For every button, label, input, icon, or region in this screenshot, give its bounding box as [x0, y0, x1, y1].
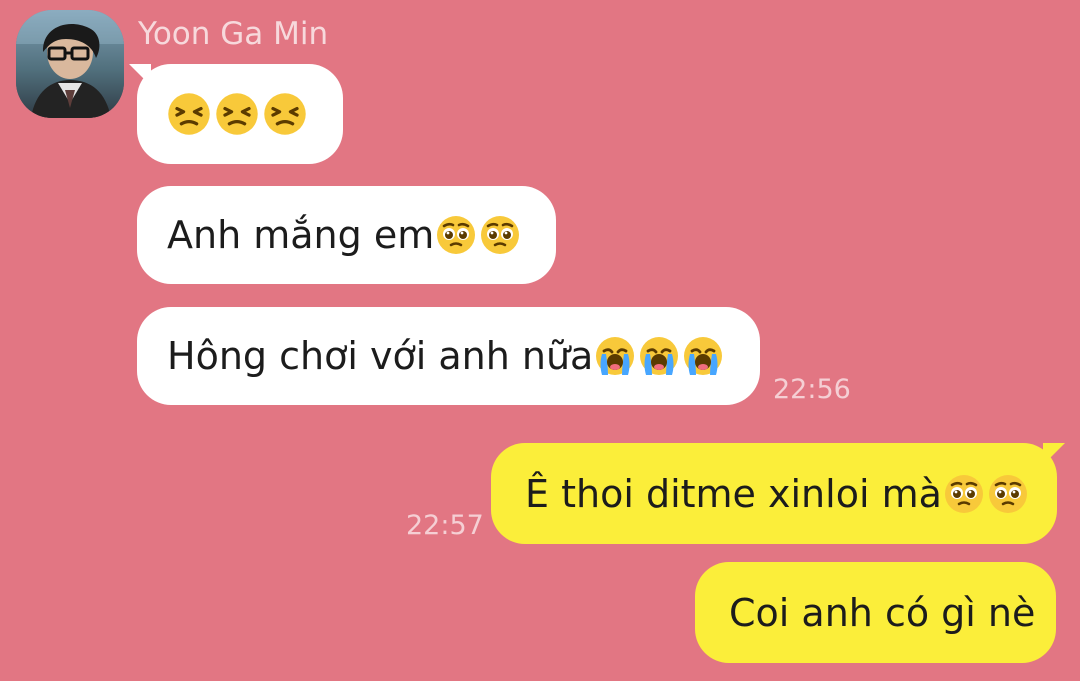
message-bubble-outgoing-2[interactable]: Coi anh có gì nè [695, 562, 1056, 663]
pleading-face-icon [942, 472, 986, 516]
incoming-bubble-tail [129, 64, 151, 86]
tired-face-icon [261, 90, 309, 138]
pleading-face-icon [434, 213, 478, 257]
pleading-face-icon [986, 472, 1030, 516]
message-text: Hông chơi với anh nữa [167, 334, 594, 378]
tired-face-icon [165, 90, 213, 138]
contact-name: Yoon Ga Min [138, 16, 329, 52]
message-bubble-outgoing-1[interactable]: Ê thoi ditme xinloi mà [491, 443, 1065, 544]
message-text: Coi anh có gì nè [729, 590, 1036, 635]
contact-avatar[interactable] [16, 10, 124, 118]
message-text: Anh mắng em [167, 213, 435, 257]
pleading-face-icon [478, 213, 522, 257]
message-bubble-incoming-2[interactable]: Anh mắng em [137, 186, 556, 284]
loudly-crying-face-icon [637, 334, 681, 378]
outgoing-bubble-tail [1043, 443, 1065, 465]
message-timestamp: 22:57 [406, 510, 484, 541]
message-text: Ê thoi ditme xinloi mà [525, 471, 942, 516]
message-bubble-incoming-1[interactable] [129, 64, 343, 164]
loudly-crying-face-icon [681, 334, 725, 378]
loudly-crying-face-icon [593, 334, 637, 378]
avatar-image [16, 10, 124, 118]
message-timestamp: 22:56 [773, 374, 851, 405]
tired-face-icon [213, 90, 261, 138]
chat-area: Yoon Ga Min Anh mắng em Hông chơi với an… [0, 0, 1080, 681]
message-bubble-incoming-3[interactable]: Hông chơi với anh nữa [137, 307, 760, 405]
